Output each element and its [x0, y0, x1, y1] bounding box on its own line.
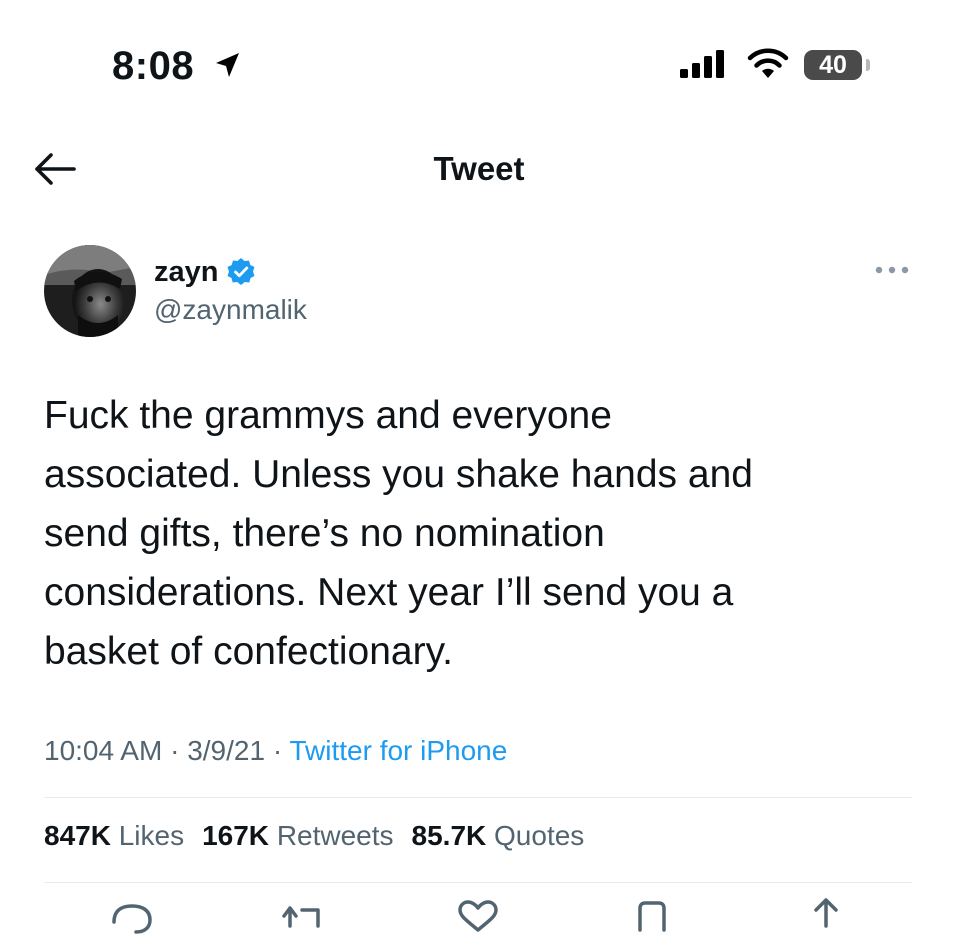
likes-label: Likes — [118, 820, 185, 851]
retweets-count: 167K — [202, 820, 270, 851]
meta-separator: · — [265, 735, 290, 766]
likes-stat[interactable]: 847K Likes — [44, 820, 184, 852]
quotes-label: Quotes — [494, 820, 585, 851]
quotes-count: 85.7K — [411, 820, 487, 851]
reply-icon[interactable] — [106, 896, 158, 936]
quotes-stat[interactable]: 85.7K Quotes — [412, 820, 585, 852]
bookmark-icon[interactable] — [626, 896, 678, 936]
avatar[interactable] — [44, 245, 136, 337]
retweets-stat[interactable]: 167K Retweets — [202, 820, 393, 852]
tweet-date: 3/9/21 — [187, 735, 266, 766]
tweet-text-line: send gifts, there’s no nomination — [44, 512, 605, 555]
page-title: Tweet — [433, 150, 525, 187]
retweets-label: Retweets — [276, 820, 394, 851]
divider — [44, 797, 912, 798]
tweet-stats: 847K Likes 167K Retweets 85.7K Quotes — [44, 820, 584, 852]
tweet-text: Fuck the grammys and everyone associated… — [44, 386, 924, 681]
status-time: 8:08 — [112, 44, 195, 88]
like-icon[interactable] — [452, 896, 504, 936]
share-icon[interactable] — [800, 896, 852, 936]
retweet-icon[interactable] — [278, 896, 330, 936]
likes-count: 847K — [44, 820, 111, 851]
tweet-text-line: considerations. Next year I’ll send you … — [44, 571, 734, 614]
divider — [44, 882, 912, 883]
tweet-meta: 10:04 AM · 3/9/21 · Twitter for iPhone — [44, 735, 507, 767]
user-handle[interactable]: @zaynmalik — [154, 294, 307, 326]
verified-badge-icon — [227, 258, 255, 285]
battery-tip — [866, 59, 870, 71]
avatar-image — [44, 245, 136, 337]
wifi-icon — [747, 48, 789, 78]
tweet-source-link[interactable]: Twitter for iPhone — [289, 735, 507, 766]
signal-icon — [680, 50, 724, 78]
more-options-icon[interactable] — [874, 262, 910, 278]
meta-separator: · — [162, 735, 188, 766]
tweet-text-line: basket of confectionary. — [44, 630, 454, 673]
tweet-text-line: associated. Unless you shake hands and — [44, 453, 753, 496]
location-arrow-icon — [216, 53, 239, 77]
tweet-text-line: Fuck the grammys and everyone — [44, 394, 612, 437]
battery-icon: 40 — [804, 50, 862, 80]
display-name[interactable]: zayn — [154, 256, 218, 289]
tweet-time: 10:04 AM — [44, 735, 163, 766]
display-name-row[interactable]: zayn — [154, 252, 256, 292]
